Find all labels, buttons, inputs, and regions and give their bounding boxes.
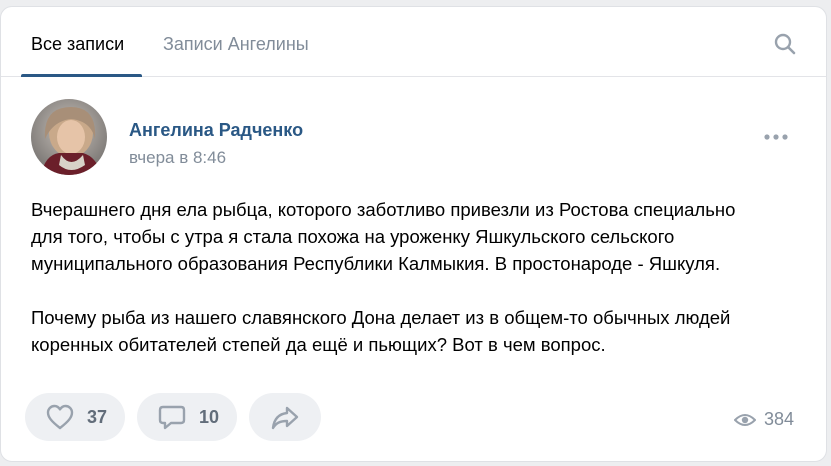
- avatar[interactable]: [31, 99, 107, 175]
- post-text-line: Вчерашнего дня ела рыбца, которого забот…: [31, 199, 736, 220]
- wall-tabs: Все записи Записи Ангелины: [1, 7, 826, 77]
- heart-icon: [46, 404, 74, 430]
- comment-icon: [158, 405, 186, 430]
- tab-user-posts[interactable]: Записи Ангелины: [163, 33, 309, 55]
- post-text-line: Почему рыба из нашего славянского Дона д…: [31, 307, 731, 328]
- search-icon: [774, 33, 796, 55]
- post-text-line: коренных обитателей степей да ещё и пьющ…: [31, 334, 606, 355]
- share-icon: [271, 406, 299, 430]
- eye-icon: [733, 413, 756, 426]
- tab-all-posts[interactable]: Все записи: [31, 33, 124, 55]
- avatar-photo: [31, 99, 107, 175]
- post-text: Вчерашнего дня ела рыбца, которого забот…: [31, 196, 801, 358]
- post-timestamp[interactable]: вчера в 8:46: [129, 148, 226, 168]
- like-button[interactable]: 37: [25, 393, 125, 441]
- more-horizontal-icon: [764, 134, 788, 140]
- like-count: 37: [87, 406, 108, 427]
- views-counter: 384: [733, 409, 794, 430]
- view-count: 384: [763, 409, 794, 429]
- share-button[interactable]: [249, 393, 321, 441]
- post-text-line: для того, чтобы с утра я стала похожа на…: [31, 226, 675, 247]
- search-button[interactable]: [774, 33, 796, 55]
- post-card: Все записи Записи Ангелины Ангелина Радч…: [0, 6, 827, 462]
- comment-count: 10: [199, 406, 220, 427]
- active-tab-indicator: [21, 74, 142, 77]
- author-name[interactable]: Ангелина Радченко: [129, 120, 303, 140]
- post-text-line: муниципального образования Республики Ка…: [31, 253, 721, 274]
- comment-button[interactable]: 10: [137, 393, 237, 441]
- post-menu-button[interactable]: [762, 129, 790, 145]
